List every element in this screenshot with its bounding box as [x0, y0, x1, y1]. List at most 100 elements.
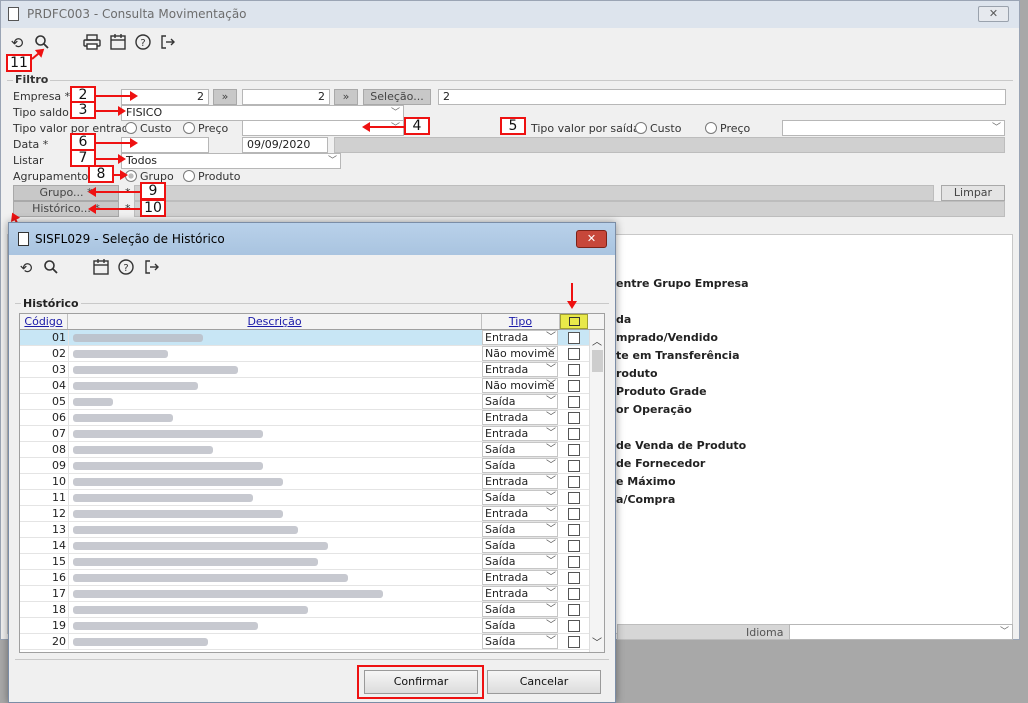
- report-item[interactable]: e Máximo: [616, 475, 676, 488]
- table-row[interactable]: 01 Entrada ﹀: [20, 330, 590, 346]
- tipo-select[interactable]: Saída ﹀: [482, 490, 558, 505]
- exit-icon[interactable]: [143, 259, 161, 277]
- row-checkbox[interactable]: [568, 524, 580, 536]
- row-checkbox[interactable]: [568, 332, 580, 344]
- row-checkbox[interactable]: [568, 540, 580, 552]
- row-checkbox[interactable]: [568, 348, 580, 360]
- tipo-select[interactable]: Saída ﹀: [482, 538, 558, 553]
- row-checkbox[interactable]: [568, 380, 580, 392]
- empresa-from-lookup-button[interactable]: »: [213, 89, 237, 105]
- tipo-saldo-select[interactable]: FISICO ﹀: [121, 105, 404, 121]
- report-item[interactable]: roduto: [616, 367, 658, 380]
- close-button[interactable]: ✕: [978, 6, 1009, 22]
- tipo-select[interactable]: Entrada ﹀: [482, 570, 558, 585]
- tipo-select[interactable]: Entrada ﹀: [482, 410, 558, 425]
- empresa-to-lookup-button[interactable]: »: [334, 89, 358, 105]
- select-all-checkbox-header[interactable]: [560, 314, 588, 329]
- tipo-select[interactable]: Saída ﹀: [482, 442, 558, 457]
- grid-scrollbar[interactable]: ︿ ﹀: [589, 330, 604, 652]
- table-row[interactable]: 14 Saída ﹀: [20, 538, 590, 554]
- row-checkbox[interactable]: [568, 492, 580, 504]
- row-checkbox[interactable]: [568, 620, 580, 632]
- entrada-custo-radio[interactable]: [125, 122, 137, 134]
- help-icon[interactable]: ?: [134, 34, 152, 52]
- table-row[interactable]: 02 Não movime ﹀: [20, 346, 590, 362]
- listar-select[interactable]: Todos ﹀: [121, 153, 341, 169]
- scroll-thumb[interactable]: [592, 350, 603, 372]
- table-row[interactable]: 17 Entrada ﹀: [20, 586, 590, 602]
- row-checkbox[interactable]: [568, 588, 580, 600]
- row-checkbox[interactable]: [568, 412, 580, 424]
- row-checkbox[interactable]: [568, 396, 580, 408]
- select-all-checkbox[interactable]: [569, 317, 580, 326]
- table-row[interactable]: 08 Saída ﹀: [20, 442, 590, 458]
- cancelar-button[interactable]: Cancelar: [487, 670, 601, 694]
- tipo-select[interactable]: Entrada ﹀: [482, 426, 558, 441]
- limpar-button[interactable]: Limpar: [941, 185, 1005, 201]
- entrada-preco-radio[interactable]: [183, 122, 195, 134]
- scroll-down-arrow[interactable]: ﹀: [592, 634, 602, 649]
- row-checkbox[interactable]: [568, 428, 580, 440]
- report-item[interactable]: a/Compra: [616, 493, 675, 506]
- col-codigo-header[interactable]: Código: [20, 314, 68, 329]
- table-row[interactable]: 18 Saída ﹀: [20, 602, 590, 618]
- calendar-icon[interactable]: [92, 259, 110, 277]
- table-row[interactable]: 03 Entrada ﹀: [20, 362, 590, 378]
- saida-select[interactable]: ﹀: [782, 120, 1005, 136]
- print-icon[interactable]: [83, 34, 101, 52]
- table-row[interactable]: 10 Entrada ﹀: [20, 474, 590, 490]
- tipo-select[interactable]: Saída ﹀: [482, 394, 558, 409]
- refresh-icon[interactable]: ⟲: [8, 34, 26, 52]
- exit-icon[interactable]: [159, 34, 177, 52]
- report-item[interactable]: te em Transferência: [616, 349, 740, 362]
- report-item[interactable]: or Operação: [616, 403, 692, 416]
- calendar-icon[interactable]: [109, 34, 127, 52]
- table-row[interactable]: 16 Entrada ﹀: [20, 570, 590, 586]
- table-row[interactable]: 11 Saída ﹀: [20, 490, 590, 506]
- table-row[interactable]: 06 Entrada ﹀: [20, 410, 590, 426]
- table-row[interactable]: 09 Saída ﹀: [20, 458, 590, 474]
- help-icon[interactable]: ?: [117, 259, 135, 277]
- report-item[interactable]: da: [616, 313, 631, 326]
- tipo-select[interactable]: Entrada ﹀: [482, 330, 558, 345]
- row-checkbox[interactable]: [568, 508, 580, 520]
- tipo-select[interactable]: Saída ﹀: [482, 618, 558, 633]
- search-icon[interactable]: [42, 259, 60, 277]
- refresh-icon[interactable]: ⟲: [17, 259, 35, 277]
- tipo-select[interactable]: Entrada ﹀: [482, 474, 558, 489]
- report-item[interactable]: de Fornecedor: [616, 457, 705, 470]
- tipo-select[interactable]: Saída ﹀: [482, 554, 558, 569]
- col-descricao-header[interactable]: Descrição: [68, 314, 482, 329]
- dialog-close-button[interactable]: ✕: [576, 230, 607, 248]
- table-row[interactable]: 20 Saída ﹀: [20, 634, 590, 650]
- selecao-button[interactable]: Seleção...: [363, 89, 431, 105]
- row-checkbox[interactable]: [568, 604, 580, 616]
- saida-custo-radio[interactable]: [635, 122, 647, 134]
- col-tipo-header[interactable]: Tipo: [482, 314, 560, 329]
- report-item[interactable]: de Venda de Produto: [616, 439, 746, 452]
- row-checkbox[interactable]: [568, 556, 580, 568]
- confirmar-button[interactable]: Confirmar: [364, 670, 478, 694]
- tipo-select[interactable]: Não movime ﹀: [482, 378, 558, 393]
- selecao-field[interactable]: 2: [438, 89, 1006, 105]
- table-row[interactable]: 12 Entrada ﹀: [20, 506, 590, 522]
- table-row[interactable]: 04 Não movime ﹀: [20, 378, 590, 394]
- table-row[interactable]: 13 Saída ﹀: [20, 522, 590, 538]
- row-checkbox[interactable]: [568, 636, 580, 648]
- saida-preco-radio[interactable]: [705, 122, 717, 134]
- produto-radio[interactable]: [183, 170, 195, 182]
- row-checkbox[interactable]: [568, 364, 580, 376]
- report-item[interactable]: Produto Grade: [616, 385, 707, 398]
- row-checkbox[interactable]: [568, 460, 580, 472]
- scroll-up-arrow[interactable]: ︿: [592, 333, 602, 348]
- tipo-select[interactable]: Saída ﹀: [482, 522, 558, 537]
- tipo-select[interactable]: Saída ﹀: [482, 458, 558, 473]
- table-row[interactable]: 05 Saída ﹀: [20, 394, 590, 410]
- grupo-button[interactable]: Grupo... *: [13, 185, 119, 201]
- table-row[interactable]: 15 Saída ﹀: [20, 554, 590, 570]
- row-checkbox[interactable]: [568, 476, 580, 488]
- tipo-select[interactable]: Entrada ﹀: [482, 362, 558, 377]
- report-item[interactable]: entre Grupo Empresa: [616, 277, 749, 290]
- table-row[interactable]: 19 Saída ﹀: [20, 618, 590, 634]
- tipo-select[interactable]: Entrada ﹀: [482, 586, 558, 601]
